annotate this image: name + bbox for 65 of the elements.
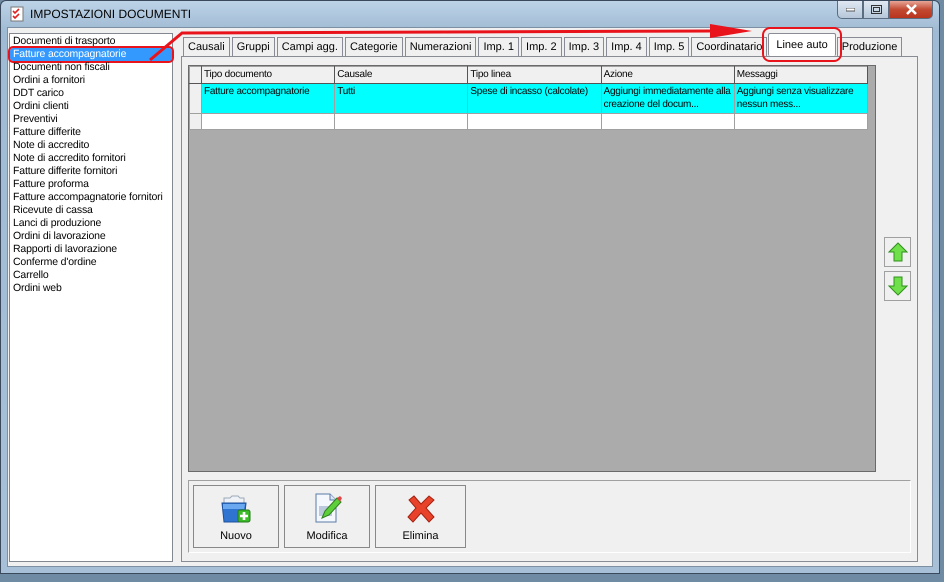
column-header[interactable]: Messaggi [734, 66, 868, 84]
table-cell: Aggiungi senza visualizzare nessun mess... [734, 84, 868, 114]
document-type-item[interactable]: Note di accredito [10, 139, 172, 152]
new-row-cell[interactable] [334, 114, 468, 130]
table-cell: Tutti [334, 84, 468, 114]
column-header[interactable]: Azione [601, 66, 734, 84]
row-header[interactable] [190, 114, 202, 130]
tab[interactable]: Gruppi [232, 37, 275, 56]
close-button[interactable] [889, 1, 933, 19]
tab[interactable]: Imp. 2 [521, 37, 562, 56]
edit-button[interactable]: Modifica [284, 485, 370, 548]
tab[interactable]: Causali [183, 37, 230, 56]
row-header[interactable] [190, 84, 202, 114]
minimize-button[interactable] [837, 1, 863, 19]
table-cell: Fatture accompagnatorie [202, 84, 335, 114]
document-type-item[interactable]: Ordini a fornitori [10, 74, 172, 87]
delete-icon [406, 494, 436, 524]
tab[interactable]: Campi agg. [276, 37, 343, 56]
maximize-button[interactable] [863, 1, 889, 19]
new-button[interactable]: Nuovo [193, 485, 279, 548]
column-header[interactable]: Tipo linea [468, 66, 602, 84]
document-type-item[interactable]: Ricevute di cassa [10, 204, 172, 217]
tab[interactable]: Imp. 3 [564, 37, 604, 56]
document-type-item[interactable]: Note di accredito fornitori [10, 152, 172, 165]
document-type-item[interactable]: Conferme d'ordine [10, 256, 172, 269]
move-down-button[interactable] [884, 270, 911, 300]
tab[interactable]: Imp. 5 [648, 37, 690, 56]
maximize-icon [870, 5, 882, 14]
tab[interactable]: Coordinatario [691, 37, 768, 56]
down-arrow-icon [888, 276, 908, 296]
tab[interactable]: Numerazioni [404, 37, 476, 56]
document-type-item[interactable]: Documenti di trasporto [10, 35, 172, 48]
document-type-item[interactable]: Preventivi [10, 113, 172, 126]
document-type-item[interactable]: Fatture differite [10, 126, 172, 139]
document-type-item[interactable]: Fatture proforma [10, 178, 172, 191]
move-up-button[interactable] [884, 236, 911, 266]
document-type-item[interactable]: Fatture accompagnatorie fornitori [10, 191, 172, 204]
document-type-item[interactable]: Lanci di produzione [10, 217, 172, 230]
up-arrow-icon [888, 242, 908, 262]
close-icon [904, 4, 918, 15]
document-type-item[interactable]: Ordini di lavorazione [10, 230, 172, 243]
new-row-cell[interactable] [734, 114, 868, 130]
document-type-item[interactable]: Documenti non fiscali [10, 61, 172, 74]
tab[interactable]: Imp. 1 [478, 37, 520, 56]
table-cell: Aggiungi immediatamente alla creazione del docum... [601, 84, 734, 114]
new-row-cell[interactable] [601, 114, 734, 130]
document-type-item[interactable]: Ordini clienti [10, 100, 172, 113]
new-row-cell[interactable] [468, 114, 602, 130]
column-header[interactable]: Causale [334, 66, 468, 84]
minimize-icon [846, 8, 854, 12]
document-type-item[interactable]: Fatture differite fornitori [10, 165, 172, 178]
tab[interactable]: Categorie [344, 37, 403, 56]
app-icon [10, 6, 24, 22]
document-type-item[interactable]: Ordini web [10, 282, 172, 295]
new-row-cell[interactable] [202, 114, 335, 130]
delete-button[interactable]: Elimina [375, 485, 466, 548]
document-type-item[interactable]: Carrello [10, 269, 172, 282]
document-type-item[interactable]: Rapporti di lavorazione [10, 243, 172, 256]
folder-plus-icon [220, 494, 252, 524]
document-type-item[interactable]: DDT carico [10, 87, 172, 100]
table-cell: Spese di incasso (calcolate) [468, 84, 602, 114]
tab[interactable]: Imp. 4 [606, 37, 647, 56]
column-header[interactable]: Tipo documento [202, 66, 335, 84]
tab[interactable]: Produzione [836, 37, 902, 56]
window-title: IMPOSTAZIONI DOCUMENTI [30, 7, 192, 21]
